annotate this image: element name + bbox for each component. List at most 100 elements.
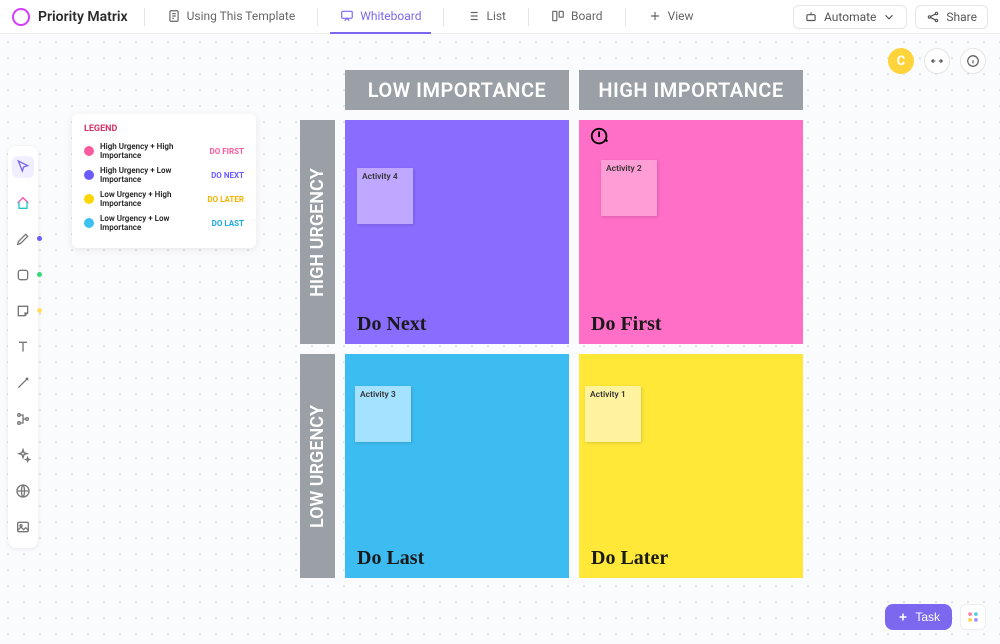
quadrant-title: Do Last [357,547,424,570]
legend-item: Low Urgency + High Importance DO LATER [84,190,244,208]
apps-icon [966,610,980,624]
tab-list[interactable]: List [456,0,516,34]
legend-action: DO NEXT [211,171,244,180]
divider [443,8,444,26]
matrix-row: HIGH URGENCY Activity 4 Do Next Activity… [300,120,803,344]
sticky-note[interactable]: Activity 3 [355,386,411,442]
sticky-note-label: Activity 2 [606,164,642,174]
color-dot [37,308,42,313]
sticky-note[interactable]: Activity 4 [357,168,413,224]
divider [144,8,145,26]
legend-action: DO FIRST [210,147,244,156]
quadrant-do-next[interactable]: Activity 4 Do Next [345,120,569,344]
plus-icon [648,9,662,23]
legend-swatch [84,146,94,156]
legend-action: DO LAST [212,219,244,228]
fit-width-button[interactable] [924,48,950,74]
robot-icon [804,10,818,24]
legend-card[interactable]: LEGEND High Urgency + High Importance DO… [72,114,256,248]
tool-shape[interactable] [12,264,34,286]
doc-icon [167,9,181,23]
legend-label: High Urgency + Low Importance [100,166,205,184]
tool-sticky[interactable] [12,300,34,322]
doc-title[interactable]: Priority Matrix [38,9,128,25]
board-icon [551,9,565,23]
priority-matrix: LOW IMPORTANCE HIGH IMPORTANCE HIGH URGE… [300,70,803,578]
tool-image[interactable] [12,516,34,538]
plus-icon [897,611,909,623]
legend-action: DO LATER [207,195,244,204]
canvas-controls-right: C [888,48,986,74]
task-button-label: Task [915,610,940,624]
legend-title: LEGEND [84,124,244,134]
tab-using-template[interactable]: Using This Template [157,0,306,34]
tool-pen[interactable] [12,228,34,250]
tool-ai[interactable] [12,444,34,466]
quadrant-title: Do First [591,313,662,336]
whiteboard-canvas[interactable]: C [0,34,1000,644]
home-icon [15,195,31,211]
tab-label: List [486,9,506,23]
share-button[interactable]: Share [915,5,988,29]
legend-label: Low Urgency + Low Importance [100,214,206,232]
legend-swatch [84,170,94,180]
sticky-icon [15,303,31,319]
whiteboard-icon [340,9,354,23]
info-icon [966,54,980,68]
tool-web[interactable] [12,480,34,502]
tab-add-view[interactable]: View [638,0,704,34]
matrix-row: LOW URGENCY Activity 3 Do Last Activity … [300,354,803,578]
tool-text[interactable] [12,336,34,358]
image-icon [15,519,31,535]
legend-item: High Urgency + Low Importance DO NEXT [84,166,244,184]
tab-board[interactable]: Board [541,0,613,34]
col-header-low-importance: LOW IMPORTANCE [345,70,569,110]
fit-width-icon [930,54,944,68]
automate-label: Automate [824,10,876,24]
text-icon [15,339,31,355]
tab-label: Using This Template [187,9,296,23]
apps-button[interactable] [960,604,986,630]
tool-select[interactable] [12,156,34,178]
app-icon [12,8,30,26]
quadrant-title: Do Next [357,313,426,336]
topbar: Priority Matrix Using This Template Whit… [0,0,1000,34]
quadrant-do-last[interactable]: Activity 3 Do Last [345,354,569,578]
alert-icon [589,126,611,148]
connector-icon [15,375,31,391]
sparkle-icon [15,447,31,463]
divider [528,8,529,26]
automate-button[interactable]: Automate [793,5,907,29]
tool-diagram[interactable] [12,408,34,430]
row-header-low-urgency: LOW URGENCY [300,354,335,578]
color-dot [37,272,42,277]
info-button[interactable] [960,48,986,74]
sticky-note-label: Activity 3 [360,390,396,400]
pen-icon [15,231,31,247]
avatar[interactable]: C [888,48,914,74]
tool-home[interactable] [12,192,34,214]
legend-swatch [84,218,94,228]
row-header-high-urgency: HIGH URGENCY [300,120,335,344]
create-task-button[interactable]: Task [885,604,952,630]
chevron-down-icon [882,10,896,24]
bottom-right-controls: Task [885,604,986,630]
sticky-note[interactable]: Activity 1 [585,386,641,442]
list-icon [466,9,480,23]
tab-whiteboard[interactable]: Whiteboard [330,0,431,34]
quadrant-title: Do Later [591,547,668,570]
quadrant-do-first[interactable]: Activity 2 Do First [579,120,803,344]
tab-label: Board [571,9,603,23]
left-toolbar [8,146,38,548]
quadrant-do-later[interactable]: Activity 1 Do Later [579,354,803,578]
tab-label: Whiteboard [360,9,421,23]
col-headers: LOW IMPORTANCE HIGH IMPORTANCE [345,70,803,110]
tab-label: View [668,9,694,23]
globe-icon [15,483,31,499]
divider [625,8,626,26]
legend-item: High Urgency + High Importance DO FIRST [84,142,244,160]
shape-icon [15,267,31,283]
tool-connector[interactable] [12,372,34,394]
sticky-note[interactable]: Activity 2 [601,160,657,216]
legend-label: High Urgency + High Importance [100,142,204,160]
